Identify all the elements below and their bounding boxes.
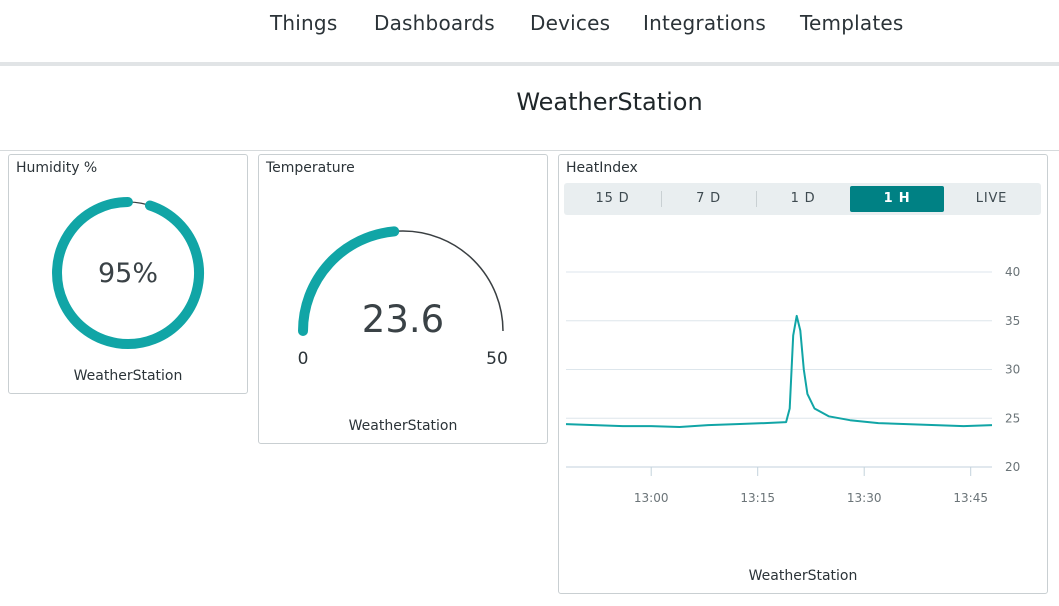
chart-x-tick-label: 13:30 — [847, 491, 882, 505]
humidity-widget[interactable]: Humidity % 95% WeatherStation — [8, 154, 248, 394]
chart-y-tick-label: 25 — [1005, 411, 1020, 425]
chart-y-tick-label: 35 — [1005, 314, 1020, 328]
temperature-widget-source: WeatherStation — [348, 418, 458, 434]
nav-divider — [0, 62, 1059, 66]
chart-x-tick-label: 13:45 — [953, 491, 988, 505]
temperature-gauge: 23.6 0 50 — [298, 226, 508, 369]
temperature-min-label: 0 — [298, 349, 309, 369]
chart-x-tick-label: 13:15 — [740, 491, 775, 505]
heatindex-series-line — [565, 314, 993, 428]
nav-integrations[interactable]: Integrations — [643, 11, 766, 35]
chart-y-tick-label: 30 — [1005, 363, 1020, 377]
nav-dashboards[interactable]: Dashboards — [374, 11, 495, 35]
humidity-value: 95% — [98, 258, 158, 289]
chart-y-tick-label: 20 — [1005, 460, 1020, 474]
title-divider — [0, 150, 1059, 151]
heatindex-line-chart: 20 25 30 35 40 13:00 13:15 13:30 13:45 — [565, 265, 1020, 505]
humidity-percentage-gauge: 95% — [52, 197, 205, 349]
heatindex-widget[interactable]: HeatIndex 15 D 7 D 1 D 1 H LIVE 20 25 30 35… — [558, 154, 1048, 594]
chart-y-tick-label: 40 — [1005, 265, 1020, 279]
chart-x-tick-label: 13:00 — [634, 491, 669, 505]
dashboard-title: WeatherStation — [516, 88, 703, 116]
nav-things[interactable]: Things — [270, 11, 337, 35]
top-navigation: Things Dashboards Devices Integrations T… — [0, 0, 1059, 62]
nav-templates[interactable]: Templates — [800, 11, 903, 35]
temperature-widget[interactable]: Temperature 23.6 0 50 WeatherStation — [258, 154, 548, 444]
humidity-widget-title: Humidity % — [16, 160, 98, 176]
humidity-widget-source: WeatherStation — [73, 368, 183, 384]
nav-devices[interactable]: Devices — [530, 11, 610, 35]
temperature-value: 23.6 — [362, 298, 444, 341]
temperature-max-label: 50 — [486, 349, 508, 369]
heatindex-widget-source: WeatherStation — [748, 568, 858, 584]
